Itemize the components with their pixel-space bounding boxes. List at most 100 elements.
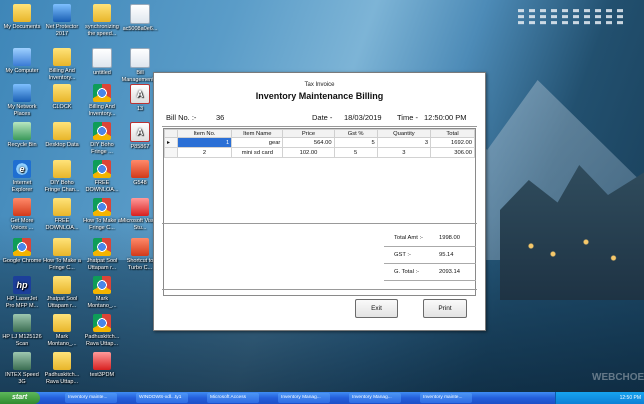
- desktop-icon-jhatpat-folder[interactable]: Jhatpat Sool Uttapam r...: [42, 276, 82, 309]
- column-header-total[interactable]: Total: [430, 129, 475, 138]
- row-selector-icon[interactable]: ▸: [164, 137, 178, 148]
- cell-total[interactable]: 1692.00: [430, 137, 475, 148]
- folder-icon: [53, 276, 71, 294]
- cell-item-name[interactable]: gear: [231, 137, 284, 148]
- taskbar-item[interactable]: Inventory mainte...: [65, 393, 117, 403]
- date-value[interactable]: 18/03/2019: [344, 113, 382, 122]
- folder-icon: [53, 352, 71, 370]
- chrome-icon: [93, 122, 111, 140]
- time-value[interactable]: 12:50:00 PM: [424, 113, 467, 122]
- taskbar-item[interactable]: Inventory Manag...: [278, 393, 330, 403]
- hp-scan-icon: [13, 314, 31, 332]
- taskbar-item[interactable]: Inventory mainte...: [420, 393, 472, 403]
- grand-total-label: G. Total :-: [394, 269, 420, 275]
- desktop-icon-billing-inventory-folder[interactable]: Billing And Inventory...: [42, 48, 82, 81]
- cell-gst[interactable]: 5: [333, 137, 378, 148]
- total-amount-label: Total Amt :-: [394, 235, 423, 241]
- cell-gst[interactable]: 5: [333, 147, 378, 158]
- taskbar-item[interactable]: Microsoft Access: [207, 393, 259, 403]
- tray-clock[interactable]: 12:50 PM: [620, 392, 641, 404]
- desktop-icon-test3pdm[interactable]: test3PDM: [82, 352, 122, 379]
- folder-icon: [53, 48, 71, 66]
- folder-icon: [93, 4, 111, 22]
- cell-item-name[interactable]: mini sd card: [231, 147, 284, 158]
- bill-header-row: Bill No. :- 36 Date - 18/03/2019 Time - …: [164, 111, 478, 125]
- desktop-icon-synchronizing[interactable]: synchronizing the speed...: [82, 4, 122, 37]
- column-header-item-no[interactable]: Item No.: [176, 129, 233, 138]
- desktop-icon-how-to-make-folder[interactable]: How To Make a Fringe C...: [42, 238, 82, 271]
- column-header-quantity[interactable]: Quantity: [376, 129, 432, 138]
- desktop-icon-free-download-chrome[interactable]: FREE DOWNLOA...: [82, 160, 122, 193]
- gst-value[interactable]: 95.14: [439, 252, 454, 258]
- column-header-gst[interactable]: Gst %: [333, 129, 378, 138]
- print-button[interactable]: Print: [423, 299, 467, 318]
- row-selector[interactable]: [164, 147, 178, 158]
- desktop-icon-internet-explorer[interactable]: e Internet Explorer: [2, 160, 42, 193]
- cell-price[interactable]: 102.00: [282, 147, 335, 158]
- totals-separator: [162, 223, 477, 224]
- column-header-price[interactable]: Price: [282, 129, 335, 138]
- my-computer-icon: [13, 48, 31, 66]
- desktop-icon-hp-scan[interactable]: HP LJ M125126 Scan: [2, 314, 42, 347]
- desktop-icon-net-protector[interactable]: Net Protector 2017: [42, 4, 82, 37]
- turbo-c-icon: [131, 238, 149, 256]
- folder-icon: [53, 314, 71, 332]
- desktop-icon-hp-laserjet[interactable]: hp HP LaserJet Pro MFP M...: [2, 276, 42, 309]
- desktop-icon-untitled[interactable]: untitled: [82, 48, 122, 77]
- grand-total-value[interactable]: 2093.14: [439, 269, 460, 275]
- bill-no-label: Bill No. :-: [166, 113, 197, 122]
- test-app-icon: [93, 352, 111, 370]
- cell-quantity[interactable]: 3: [376, 137, 432, 148]
- desktop-icon-network-places[interactable]: My Network Places: [2, 84, 42, 117]
- window-title: Inventory Maintenance Billing: [255, 91, 384, 101]
- intex-speed-icon: [13, 352, 31, 370]
- taskbar: start Inventory mainte... WINDOWS-xdl...…: [0, 392, 644, 404]
- cell-item-no[interactable]: 2: [176, 147, 233, 158]
- cell-quantity[interactable]: 3: [376, 147, 432, 158]
- taskbar-item[interactable]: WINDOWS-xdl...ty1: [136, 393, 188, 403]
- desktop-icon-billing-chrome[interactable]: Billing And Inventory...: [82, 84, 122, 117]
- grand-total-underline: [384, 280, 476, 281]
- start-button[interactable]: start: [0, 392, 40, 404]
- taskbar-item[interactable]: Inventory Manag...: [349, 393, 401, 403]
- date-label: Date -: [312, 113, 333, 122]
- desktop-icon-how-to-make-chrome[interactable]: How To Make a Fringe C...: [82, 198, 122, 231]
- desktop-icon-jhatpat-chrome[interactable]: Jhatpat Sool Uttapam r...: [82, 238, 122, 271]
- desktop-icon-desktop-data[interactable]: Desktop Data: [42, 122, 82, 149]
- desktop-icon-mark-montano-chrome[interactable]: Mark Montano_...: [82, 276, 122, 309]
- hp-icon: hp: [13, 276, 31, 294]
- desktop: WEBCHOE ■■ ■■ ■■ ■■ ■■ ■■ ■■ ■■ ■■ ■■ ■■ ■■ ■■ ■■ ■■ ■…: [0, 0, 644, 392]
- gst-label: GST :-: [394, 252, 411, 258]
- grid-corner-cell: [164, 129, 178, 138]
- desktop-icon-ac5008[interactable]: ac5008a0e6...: [120, 4, 160, 33]
- total-amount-value[interactable]: 1998.00: [439, 235, 460, 241]
- desktop-icon-free-download-folder[interactable]: FREE DOWNLOA...: [42, 198, 82, 231]
- gst-row: GST :- 95.14: [384, 252, 476, 264]
- net-protector-icon: [53, 4, 71, 22]
- desktop-icon-intex-speed[interactable]: INTEX Speed 3G: [2, 352, 42, 385]
- column-header-item-name[interactable]: Item Name: [231, 129, 284, 138]
- cell-item-no[interactable]: 1: [176, 137, 233, 148]
- bill-no-value[interactable]: 36: [216, 113, 224, 122]
- cell-price[interactable]: 564.00: [282, 137, 335, 148]
- time-label: Time -: [397, 113, 418, 122]
- table-row[interactable]: 2 mini sd card 102.00 5 3 306.00: [164, 147, 475, 158]
- desktop-icon-get-more-voices[interactable]: Get More Voices ...: [2, 198, 42, 231]
- desktop-icon-mark-montano-folder[interactable]: Mark Montano_...: [42, 314, 82, 347]
- desktop-icon-recycle-bin[interactable]: Recycle Bin: [2, 122, 42, 149]
- desktop-icon-diy-boho-chrome[interactable]: DIY Boho Fringe ...: [82, 122, 122, 155]
- desktop-icon-padhuskitchen-chrome[interactable]: Padhuskitch... Rava Uttap...: [82, 314, 122, 347]
- desktop-icon-google-chrome[interactable]: Google Chrome: [2, 238, 42, 265]
- cell-total[interactable]: 306.00: [430, 147, 475, 158]
- desktop-icon-my-computer[interactable]: My Computer: [2, 48, 42, 75]
- desktop-icon-padhuskitchen-folder[interactable]: Padhuskitch... Rava Uttap...: [42, 352, 82, 385]
- table-row[interactable]: ▸ 1 gear 564.00 5 3 1692.00: [164, 137, 475, 148]
- grid-header-row: Item No. Item Name Price Gst % Quantity …: [164, 129, 475, 138]
- desktop-icon-clock[interactable]: CLOCK: [42, 84, 82, 111]
- recycle-bin-icon: [13, 122, 31, 140]
- exit-button[interactable]: Exit: [355, 299, 398, 318]
- window-subtitle: Tax Invoice: [304, 82, 335, 88]
- chrome-icon: [93, 198, 111, 216]
- desktop-icon-diy-boho-folder[interactable]: DIY Boho Fringe Chan...: [42, 160, 82, 193]
- desktop-icon-my-documents[interactable]: My Documents: [2, 4, 42, 31]
